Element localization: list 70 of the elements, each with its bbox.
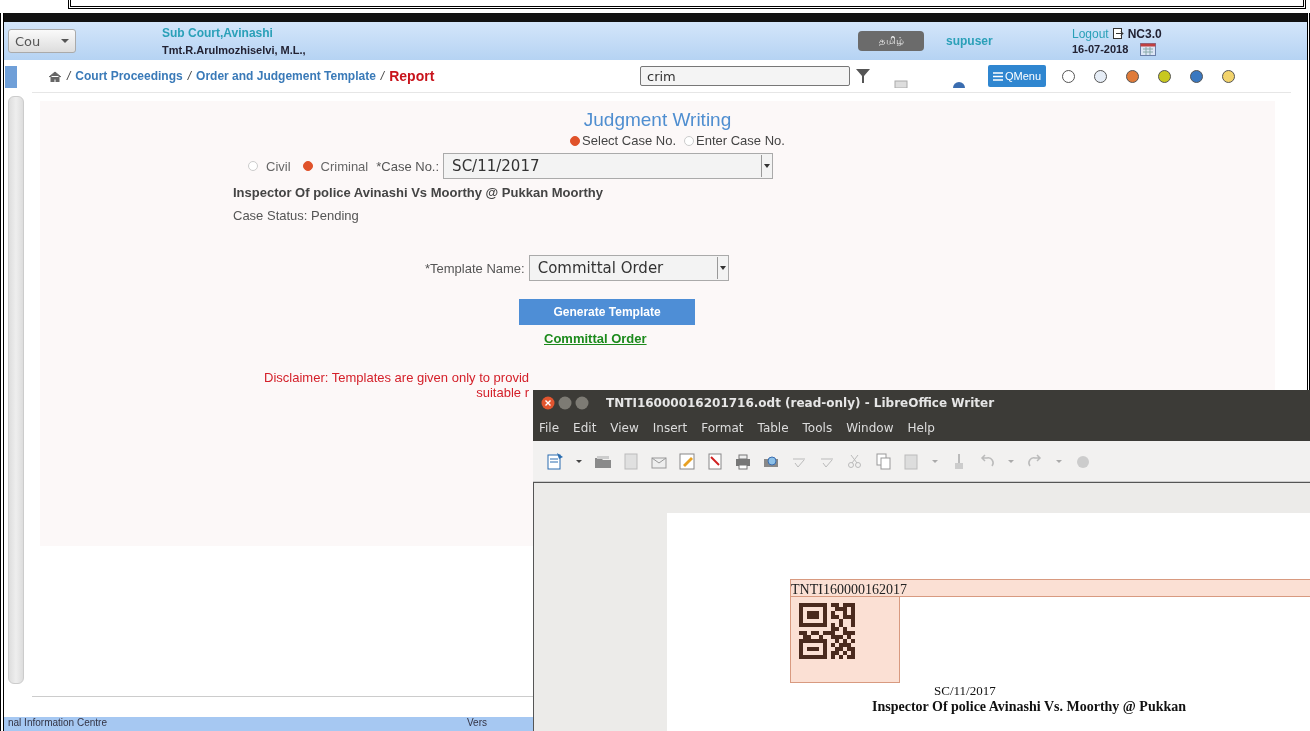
menu-item[interactable]: File <box>539 421 560 435</box>
menu-item[interactable]: Format <box>701 421 744 435</box>
document-case-number: SC/11/2017 <box>934 683 997 699</box>
footer-text: nal Information Centre <box>8 717 107 730</box>
save-icon[interactable] <box>621 451 641 471</box>
breadcrumb-separator: / <box>187 69 192 83</box>
form-title: Judgment Writing <box>582 109 733 131</box>
document-parties: Inspector Of police Avinashi Vs. Moorthy @ Pukkan <box>872 699 1188 715</box>
breadcrumb-separator: / <box>67 69 71 83</box>
document-icon[interactable] <box>894 80 908 88</box>
breadcrumb-link[interactable]: Court Proceedings <box>75 69 183 83</box>
menu-item[interactable]: Edit <box>573 421 597 435</box>
scrollbar[interactable] <box>8 96 24 684</box>
officer-name: Tmt.R.Arulmozhiselvi, M.L., <box>162 44 307 56</box>
theme-swatch[interactable] <box>1222 69 1236 83</box>
template-name-label: *Template Name: <box>425 260 525 276</box>
disclaimer-text: Disclaimer: Templates are given only to provid <box>264 370 529 385</box>
breadcrumb-separator: / <box>380 69 385 83</box>
caret-icon <box>764 164 771 168</box>
document-code: TNTI160000162017 <box>791 582 907 597</box>
disclaimer-text: suitable r <box>476 385 529 400</box>
close-icon[interactable] <box>541 395 555 410</box>
footer-text: Vers <box>466 717 487 730</box>
caret-icon <box>61 39 69 43</box>
theme-swatch[interactable] <box>1126 69 1140 83</box>
caret-icon <box>719 266 726 270</box>
template-dropdown[interactable]: Committal Order <box>528 255 729 281</box>
qmenu-button[interactable]: QMenu <box>988 65 1047 87</box>
user-name: supuser <box>946 34 994 48</box>
paste-icon[interactable] <box>901 451 921 471</box>
template-link[interactable]: Committal Order <box>544 331 647 346</box>
language-button[interactable]: தமிழ் <box>858 31 924 51</box>
breadcrumb-link[interactable]: Report <box>389 68 435 84</box>
window-title: TNTI16000016201716.odt (read-only) - LibreOffice Writer <box>606 395 995 410</box>
case-no-label: *Case No.: <box>376 158 440 174</box>
logout-icon[interactable] <box>1112 28 1124 39</box>
radio-option[interactable]: Civil <box>248 158 291 174</box>
court-name: Sub Court,Avinashi <box>162 26 274 40</box>
menu-item[interactable]: Table <box>757 421 789 435</box>
home-icon[interactable] <box>48 70 62 82</box>
radio-option[interactable]: Enter Case No. <box>684 133 785 148</box>
search-field[interactable]: crim <box>640 66 850 86</box>
maximize-icon[interactable] <box>575 395 589 410</box>
breadcrumb-link[interactable]: Order and Judgement Template <box>196 69 376 83</box>
case-status: Case Status: Pending <box>233 208 360 223</box>
theme-swatch[interactable] <box>1062 69 1076 83</box>
menu-item[interactable]: View <box>610 421 639 435</box>
edit-icon[interactable] <box>677 451 697 471</box>
date-label: 16-07-2018 <box>1072 43 1129 55</box>
case-parties: Inspector Of police Avinashi Vs Moorthy @ Pukkan Moorthy <box>233 185 604 200</box>
pdf-icon[interactable] <box>705 451 725 471</box>
theme-swatch[interactable] <box>1094 69 1108 83</box>
menu-item[interactable]: Help <box>907 421 935 435</box>
version-label: NC3.0 <box>1127 26 1162 41</box>
menu-icon <box>993 71 1003 81</box>
court-dropdown[interactable]: Cou <box>8 29 76 53</box>
qr-code-icon <box>799 603 855 659</box>
radio-option[interactable]: Select Case No. <box>570 133 677 148</box>
copy-icon[interactable] <box>873 451 893 471</box>
calendar-icon[interactable] <box>1140 42 1157 56</box>
edit-document-icon[interactable] <box>545 451 565 471</box>
theme-swatch[interactable] <box>1190 69 1204 83</box>
case-no-dropdown[interactable]: SC/11/2017 <box>443 153 774 179</box>
menu-item[interactable]: Window <box>846 421 894 435</box>
theme-swatch[interactable] <box>1158 69 1172 83</box>
menu-item[interactable]: Tools <box>802 421 833 435</box>
printer-icon[interactable] <box>733 451 753 471</box>
radio-option[interactable]: Criminal <box>302 158 369 174</box>
menu-item[interactable]: Insert <box>652 421 688 435</box>
filter-icon[interactable] <box>856 69 870 83</box>
